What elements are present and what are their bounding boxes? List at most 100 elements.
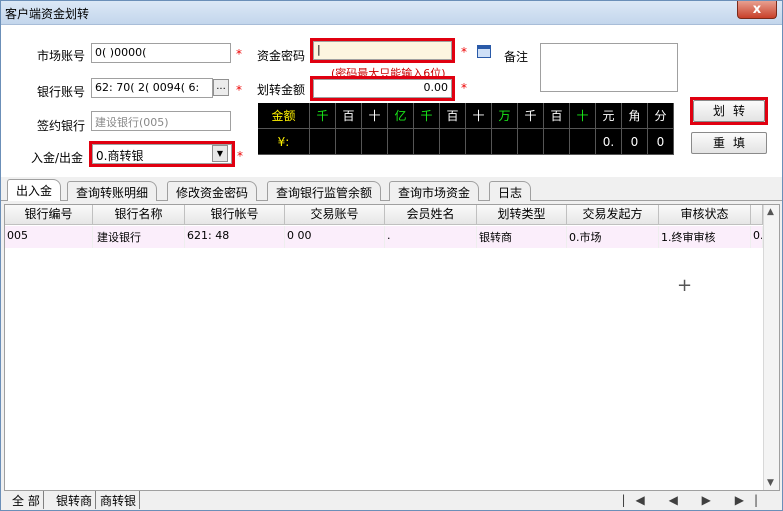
digit-cell: 0. [596,129,622,155]
table-cell: 银转商 [477,226,567,248]
table-cell: 建设银行 [93,226,185,248]
column-header-extra [751,205,763,225]
transfer-button[interactable]: 划转 [693,100,765,122]
table-header: 银行编号 银行名称 银行帐号 交易账号 会员姓名 划转类型 交易发起方 审核状态 [5,205,763,225]
calendar-icon[interactable] [477,45,491,58]
column-header[interactable]: 会员姓名 [385,205,477,225]
filter-tab-all[interactable]: 全 部 [9,491,44,509]
bank-account-browse-button[interactable]: ... [213,79,229,96]
next-page-icon[interactable]: ▶ [702,493,721,507]
digit-cell [492,129,518,155]
table-cell: 0.市场 [567,226,659,248]
close-button[interactable]: x [737,1,777,19]
first-page-icon[interactable]: |◀ [621,493,654,507]
required-mark: * [237,149,243,163]
digit-cell [544,129,570,155]
transfer-window: 客户端资金划转 x 市场账号 0( )0000( * 银行账号 62: 70( … [0,0,783,511]
required-mark: * [461,81,467,95]
pager: |◀ ◀ ▶ ▶| [621,493,768,507]
amount-grid: 金额 千 百 十 亿 千 百 十 万 千 百 十 元 角 分 ¥: 0. 0 0 [258,103,674,155]
scroll-down-icon[interactable]: ▼ [767,478,774,488]
digit-cell [466,129,492,155]
unit-cell: 万 [492,103,518,129]
chevron-down-icon[interactable]: ▼ [212,145,228,162]
crosshair-cursor-icon: + [677,275,693,296]
amount-unit-row: 金额 千 百 十 亿 千 百 十 万 千 百 十 元 角 分 [258,103,674,129]
sign-bank-label: 签约银行 [37,119,86,133]
filter-tab-merchant-to-bank[interactable]: 商转银 [97,491,141,509]
required-mark: * [461,45,467,59]
amount-grid-header: 金额 [258,103,310,129]
table-row[interactable]: 005 建设银行 621: 48 0 00 . 银转商 0.市场 1.终审审核 … [5,226,763,248]
tab-log[interactable]: 日志 [489,181,532,201]
unit-cell: 百 [440,103,466,129]
unit-cell: 亿 [388,103,414,129]
digit-cell [388,129,414,155]
table-cell: 0 00 [285,226,385,248]
column-header[interactable]: 银行编号 [5,205,93,225]
amount-row-label: ¥: [258,129,310,155]
filter-tab-bank-to-merchant[interactable]: 银转商 [53,491,97,509]
title-bar: 客户端资金划转 x [1,1,782,25]
scroll-up-icon[interactable]: ▲ [767,207,774,217]
column-header[interactable]: 审核状态 [659,205,751,225]
remark-label: 备注 [504,50,529,64]
fund-password-input[interactable]: | [313,41,452,60]
direction-label: 入金/出金 [31,151,84,165]
column-header[interactable]: 交易账号 [285,205,385,225]
unit-cell: 角 [622,103,648,129]
unit-cell: 十 [570,103,596,129]
digit-cell [336,129,362,155]
remark-input[interactable] [540,43,678,92]
transfer-amount-label: 划转金额 [257,83,306,97]
digit-cell [440,129,466,155]
unit-cell: 元 [596,103,622,129]
digit-cell [362,129,388,155]
vertical-scrollbar[interactable]: ▲ ▼ [763,205,779,490]
transfer-amount-input[interactable]: 0.00 [313,79,452,98]
fund-password-label: 资金密码 [257,49,306,63]
unit-cell: 千 [310,103,336,129]
direction-select[interactable]: 0.商转银 [92,144,232,164]
table-cell: 0. [751,226,763,248]
unit-cell: 十 [362,103,388,129]
required-mark: * [236,47,242,61]
unit-cell: 百 [336,103,362,129]
window-title: 客户端资金划转 [5,7,90,21]
column-header[interactable]: 划转类型 [477,205,567,225]
required-mark: * [236,83,242,97]
market-account-input[interactable]: 0( )0000( [91,43,231,63]
digit-cell [570,129,596,155]
tab-market-funds[interactable]: 查询市场资金 [389,181,480,201]
bank-account-label: 银行账号 [37,85,86,99]
prev-page-icon[interactable]: ◀ [669,493,688,507]
table-cell: 005 [5,226,93,248]
table-cell: 1.终审审核 [659,226,751,248]
unit-cell: 分 [648,103,674,129]
bank-account-input[interactable]: 62: 70( 2( 0094( 6: [91,78,213,98]
digit-cell: 0 [648,129,674,155]
sign-bank-input: 建设银行(005) [91,111,231,131]
column-header[interactable]: 银行帐号 [185,205,285,225]
unit-cell: 千 [518,103,544,129]
digit-cell [310,129,336,155]
transfer-table: 银行编号 银行名称 银行帐号 交易账号 会员姓名 划转类型 交易发起方 审核状态… [4,204,780,491]
tab-deposit-withdraw[interactable]: 出入金 [7,179,62,201]
digit-cell [414,129,440,155]
digit-cell [518,129,544,155]
tab-bar: 出入金 查询转账明细 修改资金密码 查询银行监管余额 查询市场资金 日志 [1,179,782,201]
table-cell: . [385,226,477,248]
table-cell: 621: 48 [185,226,285,248]
tab-transfer-details[interactable]: 查询转账明细 [67,181,158,201]
tab-change-password[interactable]: 修改资金密码 [167,181,258,201]
tab-bank-balance[interactable]: 查询银行监管余额 [267,181,382,201]
unit-cell: 十 [466,103,492,129]
amount-digit-row: ¥: 0. 0 0 [258,129,674,155]
last-page-icon[interactable]: ▶| [735,493,768,507]
reset-button[interactable]: 重填 [691,132,767,154]
column-header[interactable]: 交易发起方 [567,205,659,225]
column-header[interactable]: 银行名称 [93,205,185,225]
digit-cell: 0 [622,129,648,155]
unit-cell: 千 [414,103,440,129]
market-account-label: 市场账号 [37,49,86,63]
